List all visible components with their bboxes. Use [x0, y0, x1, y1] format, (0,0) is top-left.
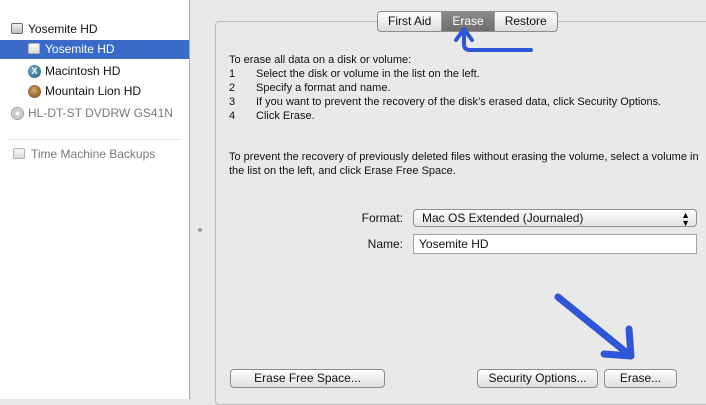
- step-text: Specify a format and name.: [256, 82, 391, 94]
- erase-instructions: To erase all data on a disk or volume: 1…: [229, 53, 699, 123]
- security-options-button[interactable]: Security Options...: [477, 369, 598, 388]
- select-arrows-icon: ▲ ▼: [681, 210, 690, 228]
- dvd-icon: [11, 107, 24, 120]
- instruction-step: 3 If you want to prevent the recovery of …: [229, 95, 699, 109]
- sidebar-item-mountain-lion-hd[interactable]: Mountain Lion HD: [0, 82, 189, 101]
- instruction-step: 2 Specify a format and name.: [229, 81, 699, 95]
- sidebar-divider: [8, 139, 181, 140]
- sidebar-item-yosemite-disk[interactable]: Yosemite HD: [0, 20, 189, 39]
- format-select-value: Mac OS Extended (Journaled): [422, 211, 584, 225]
- sidebar-item-label: Mountain Lion HD: [45, 84, 142, 98]
- format-label: Format:: [361, 211, 403, 225]
- step-number: 3: [229, 96, 236, 108]
- erase-free-space-button[interactable]: Erase Free Space...: [230, 369, 385, 388]
- disk-icon: [28, 43, 40, 54]
- erase-button[interactable]: Erase...: [604, 369, 677, 388]
- step-number: 2: [229, 82, 236, 94]
- split-view-handle[interactable]: [198, 228, 202, 232]
- mountain-lion-icon: [28, 85, 41, 98]
- tab-restore[interactable]: Restore: [495, 12, 557, 31]
- sidebar-item-yosemite-volume[interactable]: Yosemite HD: [0, 40, 189, 59]
- step-text: If you want to prevent the recovery of t…: [256, 96, 662, 108]
- sidebar-item-dvd-drive[interactable]: HL-DT-ST DVDRW GS41N: [0, 104, 189, 123]
- step-text: Select the disk or volume in the list on…: [256, 68, 480, 80]
- disk-icon: [13, 148, 25, 159]
- sidebar-item-macintosh-hd[interactable]: X Macintosh HD: [0, 62, 189, 81]
- step-number: 1: [229, 68, 236, 80]
- name-label: Name:: [367, 237, 403, 251]
- sidebar-item-label: HL-DT-ST DVDRW GS41N: [28, 106, 173, 120]
- instruction-step: 1 Select the disk or volume in the list …: [229, 67, 699, 81]
- name-field[interactable]: Yosemite HD: [413, 234, 697, 254]
- step-text: Click Erase.: [256, 110, 315, 122]
- instruction-step: 4 Click Erase.: [229, 109, 699, 123]
- sidebar-item-label: Yosemite HD: [28, 22, 98, 36]
- macos-x-icon: X: [28, 65, 41, 78]
- sidebar-item-time-machine[interactable]: Time Machine Backups: [0, 145, 189, 164]
- step-number: 4: [229, 110, 236, 122]
- sidebar-item-label: Yosemite HD: [45, 42, 115, 56]
- free-space-note: To prevent the recovery of previously de…: [229, 151, 699, 177]
- disk-icon: [11, 23, 23, 34]
- sidebar: Yosemite HD Yosemite HD X Macintosh HD M…: [0, 0, 190, 399]
- sidebar-item-label: Macintosh HD: [45, 64, 121, 78]
- format-select[interactable]: Mac OS Extended (Journaled) ▲ ▼: [413, 209, 697, 228]
- instructions-intro: To erase all data on a disk or volume:: [229, 54, 412, 66]
- tab-bar: First Aid Erase Restore: [377, 11, 558, 32]
- sidebar-item-label: Time Machine Backups: [31, 147, 156, 161]
- tab-erase[interactable]: Erase: [442, 12, 495, 31]
- tab-first-aid[interactable]: First Aid: [378, 12, 443, 31]
